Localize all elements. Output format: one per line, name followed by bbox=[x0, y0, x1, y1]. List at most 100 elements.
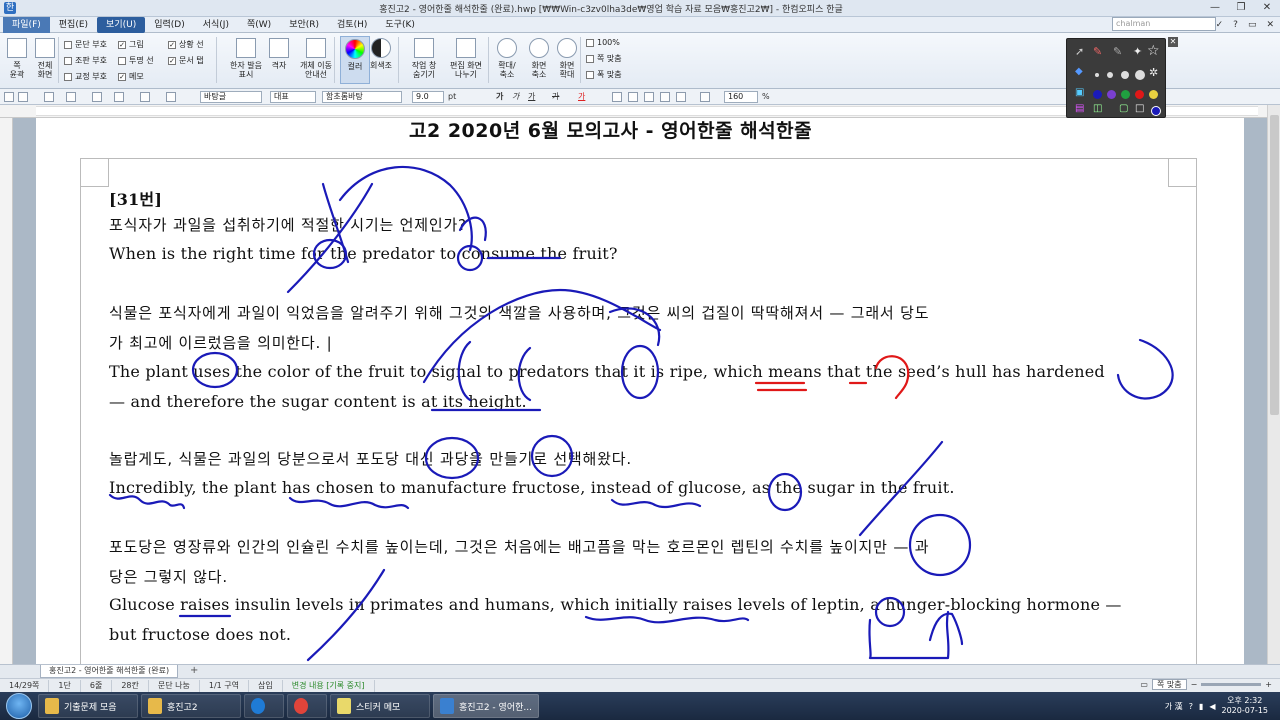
preview-icon[interactable] bbox=[92, 92, 102, 102]
pen-icon[interactable]: ✎ bbox=[1093, 45, 1102, 58]
menu-item-5[interactable]: 쪽(W) bbox=[238, 17, 280, 33]
italic-button[interactable]: 가 bbox=[512, 91, 519, 102]
add-tab-button[interactable]: + bbox=[190, 665, 198, 677]
ime-indicator[interactable]: 가 漢 bbox=[1165, 701, 1183, 712]
minimize-button[interactable]: — bbox=[1202, 0, 1228, 17]
checkbox-icon[interactable]: ✓ bbox=[168, 40, 176, 49]
redo-icon[interactable] bbox=[166, 92, 176, 102]
pointer-icon[interactable]: ➚ bbox=[1075, 45, 1084, 58]
rect-icon[interactable]: ▢ bbox=[1119, 103, 1128, 114]
vertical-scrollbar[interactable] bbox=[1267, 105, 1280, 664]
view-option-checks_col3-0[interactable]: ✓ 상황 선 bbox=[168, 39, 204, 50]
layout-icon[interactable]: ◫ bbox=[1093, 103, 1102, 114]
checkbox-icon[interactable]: ✓ bbox=[118, 72, 126, 81]
ribbon-button-11[interactable]: 화면 확대 bbox=[552, 36, 582, 84]
ribbon-button-0[interactable]: 쪽 윤곽 bbox=[2, 36, 32, 84]
zoom-option-1[interactable]: 쪽 맞춤 bbox=[586, 53, 622, 64]
settings-icon[interactable]: ✲ bbox=[1149, 66, 1158, 79]
clock[interactable]: 오후 2:32 2020-07-15 bbox=[1222, 696, 1269, 716]
white-color-icon[interactable]: □ bbox=[1135, 103, 1144, 114]
checkbox-icon[interactable] bbox=[64, 40, 72, 49]
align-left-icon[interactable] bbox=[628, 92, 638, 102]
menu-item-6[interactable]: 보안(R) bbox=[280, 17, 328, 33]
ribbon-button-7[interactable]: 작업 창 숨기기 bbox=[404, 36, 444, 84]
menu-right-icon-3[interactable]: ✕ bbox=[1266, 20, 1274, 30]
status-item-6[interactable]: 삽입 bbox=[249, 679, 283, 692]
user-field[interactable]: chalman bbox=[1112, 17, 1216, 31]
menu-item-0[interactable]: 파일(F) bbox=[3, 16, 50, 33]
menu-item-3[interactable]: 입력(D) bbox=[145, 17, 194, 33]
zoom-mode-select[interactable]: 쪽 맞춤 bbox=[1151, 679, 1187, 690]
zoom-option-0[interactable]: 100% bbox=[586, 37, 620, 48]
menu-item-2[interactable]: 보기(U) bbox=[97, 16, 146, 33]
undo-icon[interactable] bbox=[140, 92, 150, 102]
font-size-input[interactable]: 9.0 bbox=[412, 91, 444, 103]
checkbox-icon[interactable] bbox=[118, 56, 126, 65]
checkbox-icon[interactable]: ✓ bbox=[118, 40, 126, 49]
taskbar-item-4[interactable]: 스티커 메모 bbox=[330, 694, 430, 718]
menu-item-4[interactable]: 서식(J) bbox=[194, 17, 238, 33]
ribbon-button-9[interactable]: 확대/ 축소 bbox=[492, 36, 522, 84]
new-doc-icon[interactable] bbox=[4, 92, 14, 102]
menu-item-8[interactable]: 도구(K) bbox=[376, 17, 424, 33]
pin-icon[interactable]: ✦ bbox=[1133, 45, 1142, 58]
align-center-icon[interactable] bbox=[644, 92, 654, 102]
save-icon[interactable] bbox=[44, 92, 54, 102]
align-justify-icon[interactable] bbox=[612, 92, 622, 102]
status-item-5[interactable]: 1/1 구역 bbox=[200, 679, 249, 692]
pen-tool-palette[interactable]: ➚ ✎ ✎ ✦ ☆ ◆ ✲ ▣ ▤ ◫ ▢ □ bbox=[1066, 38, 1166, 118]
font-color-button[interactable]: 가 bbox=[578, 91, 585, 102]
document-page[interactable]: 고2 2020년 6월 모의고사 - 영어한줄 해석한줄 [31번] 포식자가 … bbox=[36, 118, 1244, 664]
checkbox-icon[interactable] bbox=[64, 72, 72, 81]
status-item-2[interactable]: 6줄 bbox=[81, 679, 113, 692]
maximize-button[interactable]: ❐ bbox=[1228, 0, 1254, 17]
close-button[interactable]: ✕ bbox=[1254, 0, 1280, 17]
view-option-checks_col2-1[interactable]: 투명 선 bbox=[118, 55, 154, 66]
status-item-0[interactable]: 14/29쪽 bbox=[0, 679, 50, 692]
status-item-1[interactable]: 1단 bbox=[49, 679, 81, 692]
hwp-app-icon[interactable]: 한 bbox=[4, 2, 16, 14]
bold-button[interactable]: 가 bbox=[496, 91, 503, 102]
print-icon[interactable] bbox=[66, 92, 76, 102]
menu-item-7[interactable]: 검토(H) bbox=[328, 17, 376, 33]
status-item-3[interactable]: 28칸 bbox=[112, 679, 149, 692]
zoom-input[interactable]: 160 bbox=[724, 91, 758, 103]
ribbon-button-8[interactable]: 편집 화면 나누기 bbox=[446, 36, 486, 84]
checkbox-icon[interactable] bbox=[64, 56, 72, 65]
menu-right-icon-0[interactable]: ✓ bbox=[1216, 20, 1224, 30]
ribbon-button-1[interactable]: 전체 화면 bbox=[30, 36, 60, 84]
view-option-checks_col2-2[interactable]: ✓ 메모 bbox=[118, 71, 144, 82]
menu-right-icon-1[interactable]: ? bbox=[1233, 20, 1238, 30]
ribbon-button-3[interactable]: 격자 bbox=[264, 36, 294, 84]
zoom-minus-button[interactable]: − bbox=[1191, 680, 1198, 689]
ribbon-button-6[interactable]: 회색조 bbox=[366, 36, 396, 84]
menu-right-icon-2[interactable]: ▭ bbox=[1248, 20, 1257, 30]
start-button[interactable] bbox=[6, 693, 32, 719]
underline-button[interactable]: 가 bbox=[528, 91, 535, 102]
taskbar-item-5[interactable]: 홍진고2 - 영어한... bbox=[433, 694, 539, 718]
view-option-checks_col1-0[interactable]: 문단 부호 bbox=[64, 39, 107, 50]
zoom-plus-button[interactable]: + bbox=[1265, 680, 1272, 689]
align-distribute-icon[interactable] bbox=[676, 92, 686, 102]
status-item-4[interactable]: 문단 나눔 bbox=[149, 679, 200, 692]
view-mode-icon[interactable]: ▭ bbox=[1140, 680, 1148, 689]
view-option-checks_col1-2[interactable]: 교정 부호 bbox=[64, 71, 107, 82]
taskbar-item-0[interactable]: 기출문제 모음 bbox=[38, 694, 138, 718]
align-right-icon[interactable] bbox=[660, 92, 670, 102]
copy-icon[interactable] bbox=[114, 92, 124, 102]
document-tab[interactable]: 홍진고2 - 영어한줄 해석한줄 (완료) bbox=[40, 665, 179, 678]
eraser-icon[interactable]: ◆ bbox=[1075, 66, 1083, 77]
ribbon-button-4[interactable]: 개체 이동 안내선 bbox=[296, 36, 336, 84]
track-changes-status[interactable]: 변경 내용 [기록 중지] bbox=[283, 679, 375, 692]
scroll-thumb[interactable] bbox=[1270, 115, 1279, 415]
ribbon-button-2[interactable]: 한자 발음 표시 bbox=[226, 36, 266, 84]
vertical-ruler[interactable] bbox=[0, 118, 13, 664]
open-icon[interactable] bbox=[18, 92, 28, 102]
volume-icon[interactable]: ◀ bbox=[1209, 702, 1215, 711]
taskbar-item-3[interactable] bbox=[287, 694, 327, 718]
screen-icon[interactable]: ▣ bbox=[1075, 87, 1084, 98]
zoom-option-2[interactable]: 폭 맞춤 bbox=[586, 69, 622, 80]
star-icon[interactable]: ☆ bbox=[1147, 43, 1160, 59]
font-select[interactable]: 함초롬바탕 bbox=[322, 91, 402, 103]
zoom-slider[interactable] bbox=[1201, 683, 1262, 686]
